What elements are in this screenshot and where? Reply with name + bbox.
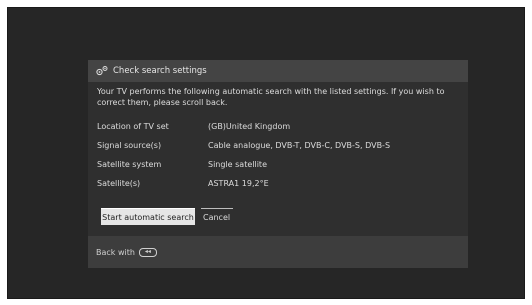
check-search-settings-dialog: Check search settings Your TV performs t… <box>88 60 468 268</box>
setting-value: Cable analogue, DVB-T, DVB-C, DVB-S, DVB… <box>208 141 391 150</box>
gears-icon <box>96 66 108 76</box>
setting-label: Location of TV set <box>97 122 169 131</box>
tv-screen: Check search settings Your TV performs t… <box>7 7 525 299</box>
setting-value: ASTRA1 19,2°E <box>208 179 269 188</box>
setting-label: Satellite(s) <box>97 179 141 188</box>
cancel-button[interactable]: Cancel <box>201 208 233 225</box>
dialog-header: Check search settings <box>88 60 468 82</box>
setting-label: Signal source(s) <box>97 141 162 150</box>
back-button-icon: ◂◂ <box>138 247 157 257</box>
setting-value: (GB)United Kingdom <box>208 122 291 131</box>
start-automatic-search-button[interactable]: Start automatic search <box>101 208 195 225</box>
intro-text: Your TV performs the following automatic… <box>97 87 445 107</box>
setting-label: Satellite system <box>97 160 162 169</box>
dialog-title: Check search settings <box>113 66 207 76</box>
dialog-footer: Back with ◂◂ <box>88 236 468 268</box>
back-arrows-glyph: ◂◂ <box>144 248 151 255</box>
back-hint-text: Back with <box>96 247 135 257</box>
setting-value: Single satellite <box>208 160 267 169</box>
